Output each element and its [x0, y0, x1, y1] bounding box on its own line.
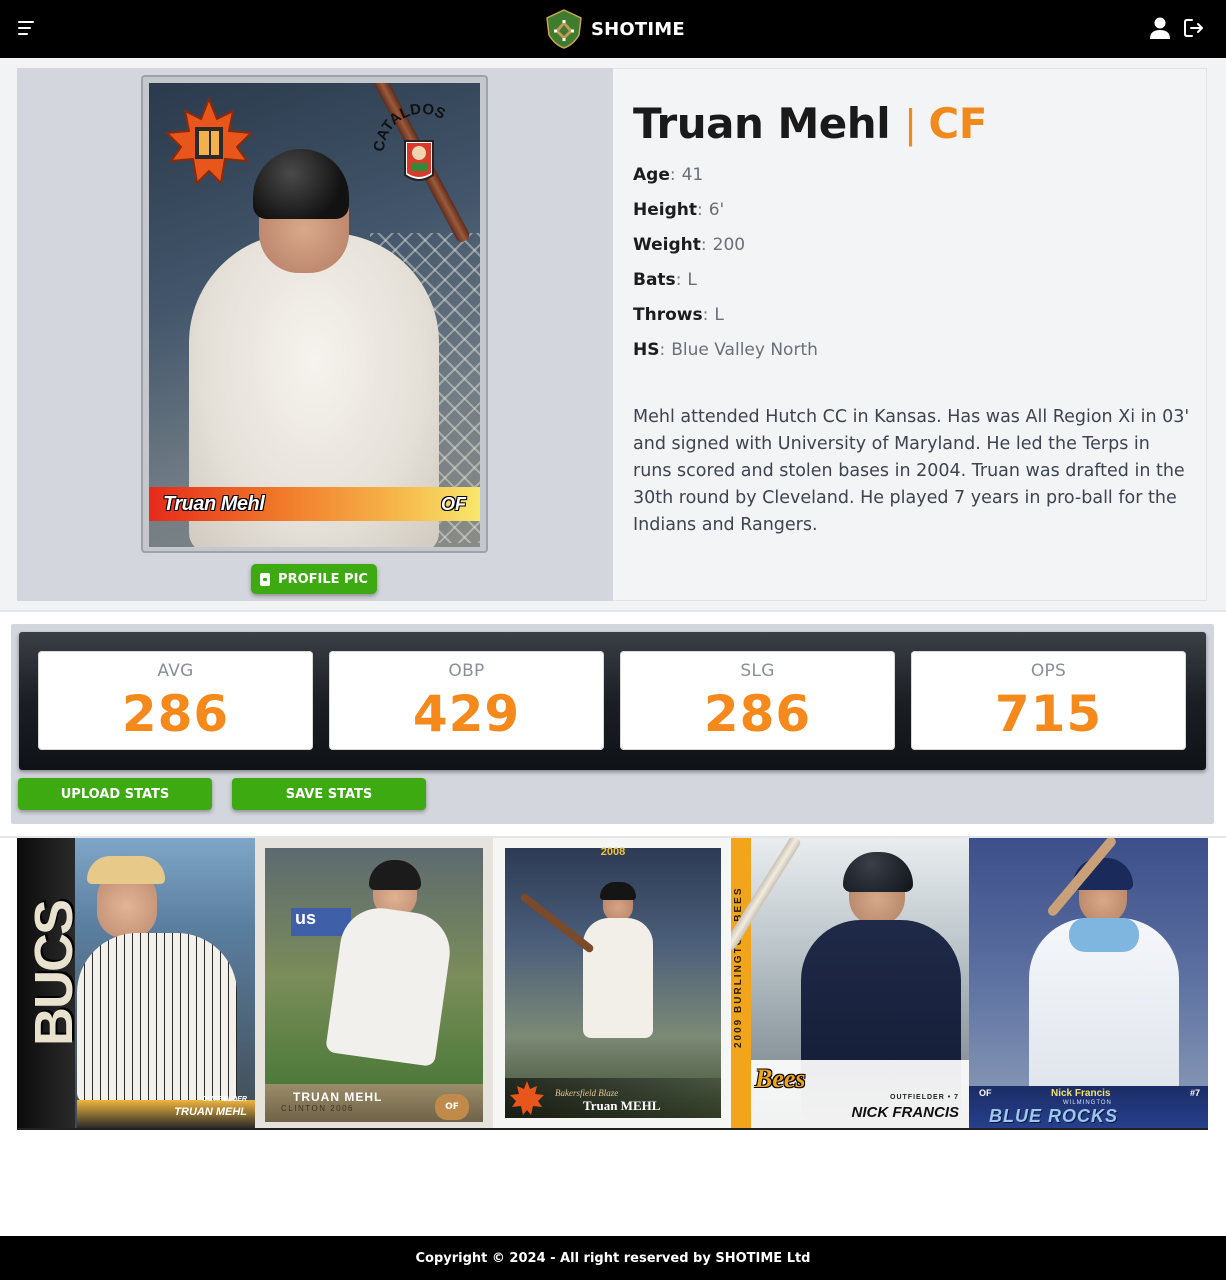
attribute-weight: Weight: 200	[633, 235, 746, 255]
gallery-card-vertical-title: 2009 BURLINGTON BEES	[733, 886, 744, 1048]
attribute-age: Age: 41	[633, 165, 704, 185]
gallery-card-name: Nick Francis	[1051, 1088, 1111, 1099]
gallery-card-role: OUTFIELDER • 7	[890, 1094, 959, 1101]
gallery-card-logo: Bees	[755, 1064, 806, 1093]
player-bio: Mehl attended Hutch CC in Kansas. Has wa…	[633, 407, 1190, 535]
gallery-card-name: Truan MEHL	[583, 1098, 661, 1113]
gallery-card-bucs[interactable]: BUCS OUTFIELDER TRUAN MEHL	[17, 838, 255, 1128]
stat-label: SLG	[740, 661, 775, 681]
stat-label: OBP	[448, 661, 485, 681]
upload-stats-button[interactable]: UPLOAD STATS	[18, 778, 212, 810]
id-card-icon	[260, 572, 271, 586]
stat-label: OPS	[1030, 661, 1067, 681]
stat-card-slg: SLG 286	[620, 651, 895, 750]
stat-value: 286	[703, 685, 812, 743]
profile-baseball-card: CATALDOS Truan Mehl OF	[149, 83, 480, 547]
profile-photo-pane: CATALDOS Truan Mehl OF PROFILE PIC	[17, 68, 613, 601]
brand[interactable]: SHOTIME	[545, 8, 685, 50]
save-stats-button[interactable]: SAVE STATS	[232, 778, 426, 810]
gallery-card-blue-rocks[interactable]: OF Nick Francis WILMINGTON BLUE ROCKS #7	[969, 838, 1208, 1128]
stats-section: AVG 286 OBP 429 SLG 286 OPS 715 UPLOAD S…	[11, 624, 1214, 824]
stat-card-avg: AVG 286	[38, 651, 313, 750]
player-name: Truan Mehl	[633, 99, 891, 148]
attribute-high-school: HS: Blue Valley North	[633, 340, 818, 360]
card-gallery: BUCS OUTFIELDER TRUAN MEHL us TRUAN MEHL…	[17, 838, 1208, 1130]
gallery-card-team: BLUE ROCKS	[989, 1106, 1119, 1126]
player-profile-section: CATALDOS Truan Mehl OF PROFILE PIC Truan…	[0, 58, 1226, 612]
hamburger-menu-icon[interactable]	[18, 18, 40, 38]
stat-label: AVG	[157, 661, 194, 681]
gallery-card-clinton[interactable]: us TRUAN MEHL CLINTON 2006 OF	[255, 838, 493, 1128]
footer-copyright: Copyright © 2024 - All right reserved by…	[415, 1250, 811, 1266]
gallery-card-position: OF	[435, 1094, 469, 1120]
gallery-card-name: TRUAN MEHL	[293, 1090, 383, 1104]
profile-pic-button[interactable]: PROFILE PIC	[251, 564, 377, 594]
gallery-card-bakersfield[interactable]: 2008 Bakersfield Blaze Truan MEHL	[493, 838, 731, 1128]
gallery-card-position: OF	[979, 1088, 992, 1098]
stat-value: 715	[994, 685, 1103, 743]
player-info-pane: Truan Mehl | CF Age: 41 Height: 6' Weight:…	[613, 68, 1207, 601]
attribute-bats: Bats: L	[633, 270, 697, 290]
gallery-card-role: OUTFIELDER	[202, 1096, 247, 1103]
card-player-name: Truan Mehl	[163, 492, 265, 515]
gallery-card-team: BUCS	[24, 900, 84, 1046]
gallery-card-subtitle: CLINTON 2006	[281, 1104, 354, 1113]
profile-pic-button-label: PROFILE PIC	[278, 571, 368, 587]
stats-scoreboard: AVG 286 OBP 429 SLG 286 OPS 715	[19, 632, 1206, 770]
logout-icon[interactable]	[1183, 17, 1205, 39]
stat-value: 429	[412, 685, 521, 743]
gallery-card-number: #7	[1189, 1088, 1200, 1098]
attribute-throws: Throws: L	[633, 305, 724, 325]
card-player-position: OF	[441, 493, 466, 514]
gallery-card-year: 2008	[600, 846, 626, 858]
gallery-card-name: NICK FRANCIS	[851, 1104, 960, 1121]
footer: Copyright © 2024 - All right reserved by…	[0, 1236, 1226, 1280]
maple-leaf-logo-icon	[510, 1081, 544, 1115]
top-navbar: SHOTIME	[0, 0, 1226, 58]
player-position: CF	[928, 99, 987, 148]
gallery-card-name: TRUAN MEHL	[174, 1106, 247, 1118]
baseball-diamond-logo-icon	[546, 9, 582, 49]
card-nameplate: Truan Mehl OF	[149, 487, 480, 521]
user-profile-icon[interactable]	[1149, 16, 1171, 40]
cataldos-team-logo-icon: CATALDOS	[371, 100, 448, 181]
brand-name: SHOTIME	[591, 18, 685, 40]
gallery-card-burlington[interactable]: 2009 BURLINGTON BEES Bees OUTFIELDER • 7…	[731, 838, 969, 1128]
heading-separator: |	[904, 101, 917, 146]
maple-leaf-team-logo-icon	[164, 97, 254, 186]
profile-card-frame: CATALDOS Truan Mehl OF	[141, 75, 488, 553]
attribute-height: Height: 6'	[633, 200, 725, 220]
stat-value: 286	[121, 685, 230, 743]
stat-card-ops: OPS 715	[911, 651, 1186, 750]
player-heading: Truan Mehl | CF	[633, 99, 987, 148]
gallery-card-team: Bakersfield Blaze	[555, 1088, 619, 1098]
stat-card-obp: OBP 429	[329, 651, 604, 750]
